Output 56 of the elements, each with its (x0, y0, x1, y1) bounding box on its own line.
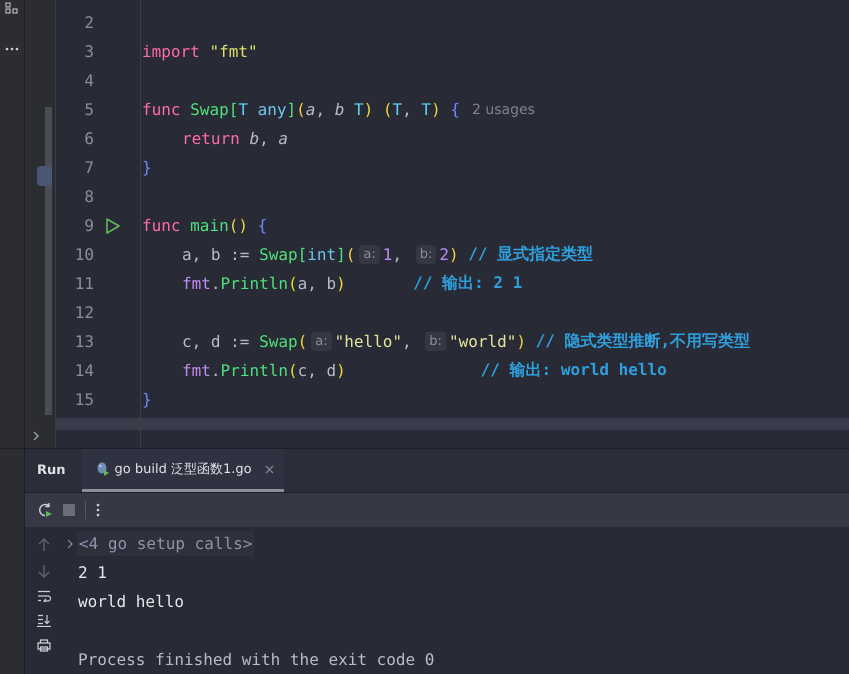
code-text: fmt.Println(a, b) (182, 274, 347, 293)
selection-marker (37, 166, 52, 186)
line-number: 11 (74, 274, 94, 293)
parameter-hint: b: (425, 332, 446, 351)
print-icon[interactable] (37, 639, 51, 652)
chevron-right-icon[interactable] (67, 538, 74, 548)
structure-icon[interactable] (5, 2, 19, 14)
code-text: a, b := Swap[int]( (182, 245, 356, 264)
line-number: 15 (74, 390, 94, 409)
code-text: 2) (439, 245, 460, 264)
scrollbar[interactable] (45, 107, 52, 415)
line-number: 12 (74, 303, 94, 322)
folded-lines[interactable]: <4 go setup calls> (77, 531, 254, 556)
line-number: 8 (83, 187, 94, 206)
code-text: func main() { (142, 216, 268, 235)
run-tab[interactable]: go build 泛型函数1.go (82, 449, 284, 492)
line-number: 2 (83, 13, 94, 32)
soft-wrap-icon[interactable] (37, 590, 51, 602)
line-number: 5 (83, 100, 94, 119)
more-icon[interactable] (5, 47, 19, 51)
code-text: 1, (382, 245, 404, 264)
code-text: "world") (448, 332, 528, 351)
line-number: 6 (83, 129, 94, 148)
parameter-hint: a: (359, 245, 380, 264)
code-text: c, d := Swap( (182, 332, 308, 351)
more-vertical-icon[interactable] (96, 503, 100, 517)
console-output: 2 1 (78, 563, 107, 582)
parameter-hint: b: (416, 245, 436, 264)
code-text: import "fmt" (142, 42, 258, 61)
usages-hint[interactable]: 2 usages (472, 102, 535, 118)
line-number: 3 (83, 42, 94, 61)
console-output: world hello (78, 592, 184, 611)
line-number: 10 (74, 245, 94, 264)
line-number: 14 (74, 361, 94, 380)
code-text: return b, a (182, 129, 288, 148)
chevron-right-icon[interactable] (33, 431, 40, 441)
panel-title: Run (36, 463, 67, 478)
code-text: func Swap[T any](a, b T) (T, T) { (142, 100, 460, 119)
close-icon[interactable] (264, 464, 274, 474)
code-comment: // 隐式类型推断,不用写类型 (536, 331, 750, 352)
rerun-icon[interactable] (37, 502, 53, 518)
run-icon[interactable] (105, 216, 121, 234)
line-number: 4 (83, 71, 94, 90)
code-comment: // 输出: 2 1 (413, 273, 522, 294)
line-number: 9 (83, 216, 94, 235)
scroll-to-end-icon[interactable] (37, 614, 51, 627)
code-comment: // 输出: world hello (480, 360, 667, 381)
code-text: "hello", (334, 332, 413, 351)
code-text: } (142, 158, 152, 177)
line-number: 13 (74, 332, 94, 351)
code-comment: // 显式指定类型 (468, 244, 594, 265)
process-message: Process finished with the exit code 0 (78, 650, 434, 669)
line-number: 7 (83, 158, 94, 177)
code-text: } (142, 390, 152, 409)
code-text: fmt.Println(c, d) (182, 361, 347, 380)
parameter-hint: a: (311, 332, 332, 351)
